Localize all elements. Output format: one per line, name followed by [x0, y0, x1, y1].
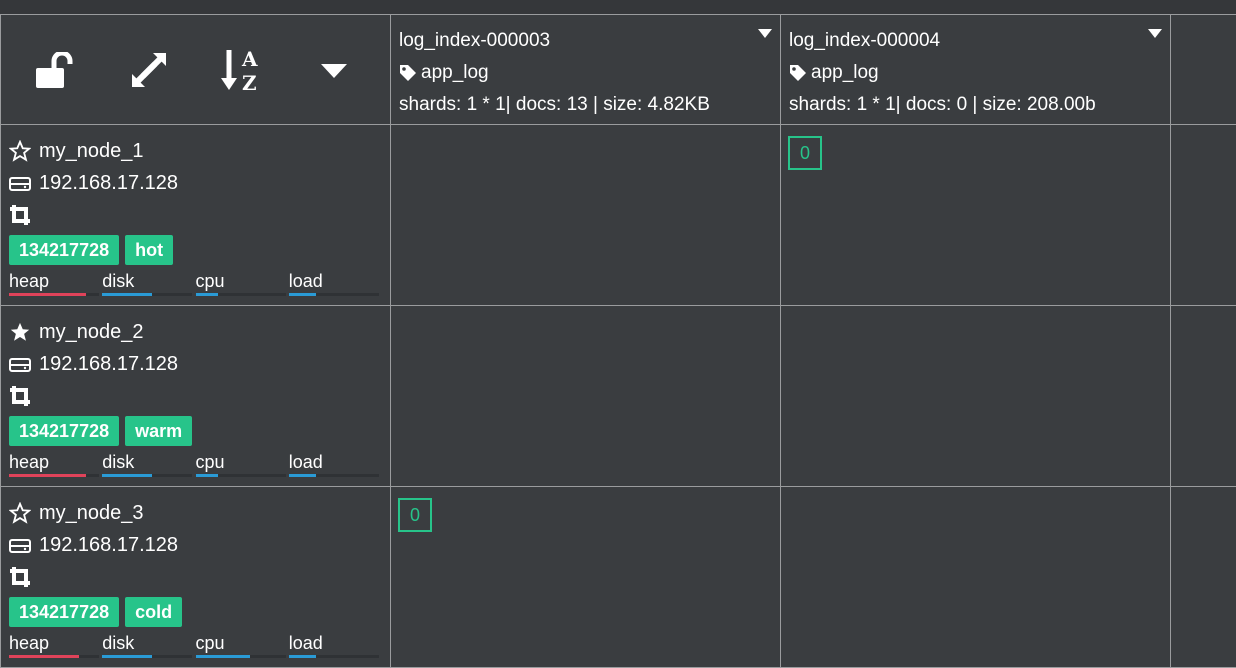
empty-cell [1171, 306, 1236, 487]
node-ip: 192.168.17.128 [39, 171, 179, 194]
sort-az-icon: A Z [220, 47, 258, 94]
disk-stat: disk [102, 450, 195, 477]
disk-stat: disk [102, 631, 195, 658]
node-ip: 192.168.17.128 [39, 533, 179, 556]
index-name[interactable]: log_index-000004 [789, 25, 1162, 57]
node-name[interactable]: my_node_1 [39, 140, 144, 163]
options-dropdown-button[interactable] [310, 46, 358, 94]
disk-stat: disk [102, 269, 195, 296]
heap-bar [9, 293, 86, 296]
node-cell-2: my_node_2 192.168.17.128 134217728 warm … [1, 306, 391, 487]
node-tier-badge: hot [125, 235, 174, 265]
heap-bar [9, 474, 86, 477]
shard-box[interactable]: 0 [788, 136, 822, 170]
index-info: shards: 1 * 1| docs: 13 | size: 4.82KB [399, 94, 710, 115]
node-id-badge: 134217728 [9, 597, 120, 627]
node-ip: 192.168.17.128 [39, 352, 179, 375]
disk-bar [102, 474, 152, 477]
load-stat: load [288, 631, 382, 658]
cluster-grid: A Z log_index-000003 app_log shards: 1 *… [0, 14, 1236, 668]
lock-button[interactable] [33, 46, 81, 94]
node-cell-1: my_node_1 192.168.17.128 134217728 hot h… [1, 125, 391, 306]
node-id-badge: 134217728 [9, 235, 120, 265]
empty-cell [1171, 125, 1236, 306]
heap-stat: heap [9, 450, 102, 477]
toolbar: A Z [1, 15, 391, 125]
shard-cell-n3-i4 [781, 487, 1171, 668]
caret-down-icon [320, 63, 347, 78]
heap-bar [9, 655, 80, 658]
cpu-stat: cpu [195, 269, 289, 296]
index-info: shards: 1 * 1| docs: 0 | size: 208.00b [789, 94, 1096, 115]
shard-cell-n3-i3: 0 [391, 487, 781, 668]
load-stat: load [288, 269, 382, 296]
node-cell-3: my_node_3 192.168.17.128 134217728 cold … [1, 487, 391, 668]
heap-stat: heap [9, 631, 102, 658]
load-stat: load [288, 450, 382, 477]
expand-button[interactable] [125, 46, 173, 94]
index-header-1: log_index-000003 app_log shards: 1 * 1| … [391, 15, 781, 125]
node-tier-badge: warm [125, 416, 193, 446]
shard-box[interactable]: 0 [398, 498, 432, 532]
hdd-icon [9, 177, 31, 191]
expand-icon [132, 52, 167, 87]
header-empty-cell [1171, 15, 1236, 125]
index-menu-caret-icon[interactable] [758, 29, 772, 39]
top-band [0, 0, 1236, 14]
cpu-bar [195, 655, 250, 658]
node-name[interactable]: my_node_2 [39, 321, 144, 344]
unlock-icon [36, 51, 73, 88]
load-bar [288, 474, 316, 477]
node-id-badge: 134217728 [9, 416, 120, 446]
crop-icon [10, 205, 30, 225]
shard-cell-n2-i4 [781, 306, 1171, 487]
shard-cell-n1-i4: 0 [781, 125, 1171, 306]
star-outline-icon[interactable] [9, 502, 31, 524]
shard-cell-n1-i3 [391, 125, 781, 306]
index-alias: app_log [811, 62, 879, 83]
index-header-2: log_index-000004 app_log shards: 1 * 1| … [781, 15, 1171, 125]
disk-bar [102, 655, 152, 658]
svg-text:A: A [241, 47, 258, 71]
shard-cell-n2-i3 [391, 306, 781, 487]
cpu-stat: cpu [195, 631, 289, 658]
index-alias: app_log [421, 62, 489, 83]
disk-bar [102, 293, 152, 296]
tag-icon [400, 65, 416, 81]
hdd-icon [9, 358, 31, 372]
index-menu-caret-icon[interactable] [1148, 29, 1162, 39]
tag-icon [790, 65, 806, 81]
node-name[interactable]: my_node_3 [39, 502, 144, 525]
empty-cell [1171, 487, 1236, 668]
cpu-bar [195, 293, 218, 296]
load-bar [288, 293, 316, 296]
node-tier-badge: cold [125, 597, 183, 627]
svg-text:Z: Z [242, 71, 257, 94]
load-bar [288, 655, 316, 658]
crop-icon [10, 386, 30, 406]
index-name[interactable]: log_index-000003 [399, 25, 772, 57]
cpu-bar [195, 474, 218, 477]
cpu-stat: cpu [195, 450, 289, 477]
star-outline-icon[interactable] [9, 140, 31, 162]
crop-icon [10, 567, 30, 587]
heap-stat: heap [9, 269, 102, 296]
sort-button[interactable]: A Z [218, 46, 266, 94]
hdd-icon [9, 539, 31, 553]
star-filled-icon[interactable] [9, 321, 31, 343]
